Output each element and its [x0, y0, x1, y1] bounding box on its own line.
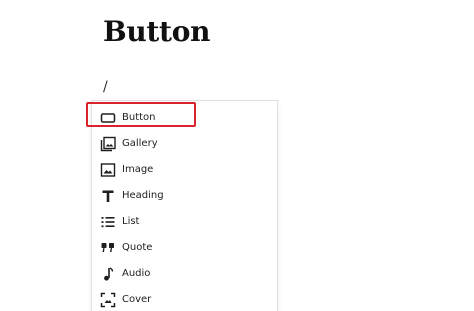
slash-command-input[interactable]: /	[103, 78, 108, 96]
inserter-item-cover[interactable]: Cover	[92, 287, 277, 311]
inserter-item-label: Audio	[122, 268, 151, 279]
inserter-item-label: List	[122, 216, 140, 227]
button-icon	[100, 113, 116, 123]
inserter-item-gallery[interactable]: Gallery	[92, 131, 277, 157]
inserter-item-label: Image	[122, 164, 154, 175]
image-icon	[100, 163, 116, 177]
inserter-item-button[interactable]: Button	[92, 105, 277, 131]
cover-icon	[100, 292, 116, 308]
inserter-item-label: Quote	[122, 242, 153, 253]
inserter-item-label: Heading	[122, 190, 164, 201]
inserter-item-heading[interactable]: Heading	[92, 183, 277, 209]
inserter-item-audio[interactable]: Audio	[92, 261, 277, 287]
inserter-item-label: Gallery	[122, 138, 158, 149]
gallery-icon	[100, 136, 116, 152]
quote-icon	[101, 243, 114, 252]
audio-icon	[104, 267, 114, 281]
page-title: Button	[103, 15, 211, 48]
inserter-item-label: Cover	[122, 294, 152, 305]
inserter-item-image[interactable]: Image	[92, 157, 277, 183]
list-icon	[101, 217, 115, 228]
inserter-item-label: Button	[122, 112, 156, 123]
heading-icon	[102, 190, 114, 202]
block-inserter-menu: Button Gallery Image Heading List Quote …	[91, 100, 278, 311]
inserter-item-list[interactable]: List	[92, 209, 277, 235]
inserter-item-quote[interactable]: Quote	[92, 235, 277, 261]
